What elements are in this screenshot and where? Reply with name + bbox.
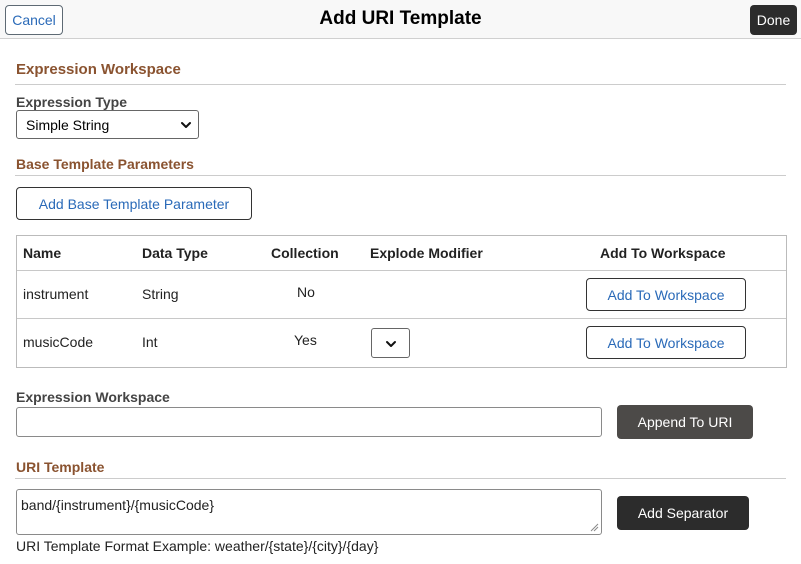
add-separator-button[interactable]: Add Separator — [617, 496, 749, 530]
cell-name: instrument — [23, 286, 89, 302]
section-title-expression-workspace: Expression Workspace — [16, 61, 181, 78]
add-to-workspace-button[interactable]: Add To Workspace — [586, 326, 746, 359]
column-header-name: Name — [23, 245, 62, 261]
chevron-down-icon — [181, 122, 191, 128]
uri-template-value: band/{instrument}/{musicCode} — [21, 497, 215, 513]
append-to-uri-button[interactable]: Append To URI — [617, 405, 753, 439]
cell-data-type: Int — [142, 334, 158, 350]
done-button[interactable]: Done — [750, 5, 797, 35]
table-header: Name Data Type Collection Explode Modifi… — [17, 236, 786, 271]
table-row: musicCode Int Yes Add To Workspace — [17, 320, 786, 368]
uri-template-format-example: URI Template Format Example: weather/{st… — [16, 538, 379, 554]
cell-collection: No — [297, 284, 315, 300]
expression-type-select[interactable]: Simple String — [16, 110, 199, 139]
section-divider — [15, 175, 786, 176]
section-title-base-template-parameters: Base Template Parameters — [16, 156, 194, 172]
cell-data-type: String — [142, 286, 179, 302]
uri-template-textarea[interactable]: band/{instrument}/{musicCode} — [16, 489, 602, 535]
base-template-parameters-table: Name Data Type Collection Explode Modifi… — [16, 235, 787, 368]
column-header-collection: Collection — [271, 245, 339, 261]
section-title-uri-template: URI Template — [16, 459, 105, 475]
cell-name: musicCode — [23, 334, 94, 350]
section-divider — [15, 478, 786, 479]
column-header-data-type: Data Type — [142, 245, 208, 261]
page-title: Add URI Template — [319, 8, 482, 29]
cell-collection: Yes — [294, 332, 317, 348]
column-header-explode-modifier: Explode Modifier — [370, 245, 483, 261]
add-base-template-parameter-button[interactable]: Add Base Template Parameter — [16, 187, 252, 220]
cancel-button[interactable]: Cancel — [5, 5, 63, 35]
explode-modifier-select[interactable] — [371, 328, 410, 358]
expression-workspace-input[interactable] — [16, 407, 602, 437]
expression-workspace-label: Expression Workspace — [16, 389, 170, 405]
resize-grip-icon[interactable] — [589, 522, 599, 532]
table-row: instrument String No Add To Workspace — [17, 271, 786, 319]
expression-type-label: Expression Type — [16, 94, 128, 110]
chevron-down-icon — [386, 341, 396, 347]
expression-type-value: Simple String — [26, 116, 110, 133]
column-header-add-to-workspace: Add To Workspace — [600, 245, 726, 261]
section-divider — [15, 84, 786, 85]
add-to-workspace-button[interactable]: Add To Workspace — [586, 278, 746, 311]
page-header: Cancel Add URI Template Done — [0, 0, 801, 39]
